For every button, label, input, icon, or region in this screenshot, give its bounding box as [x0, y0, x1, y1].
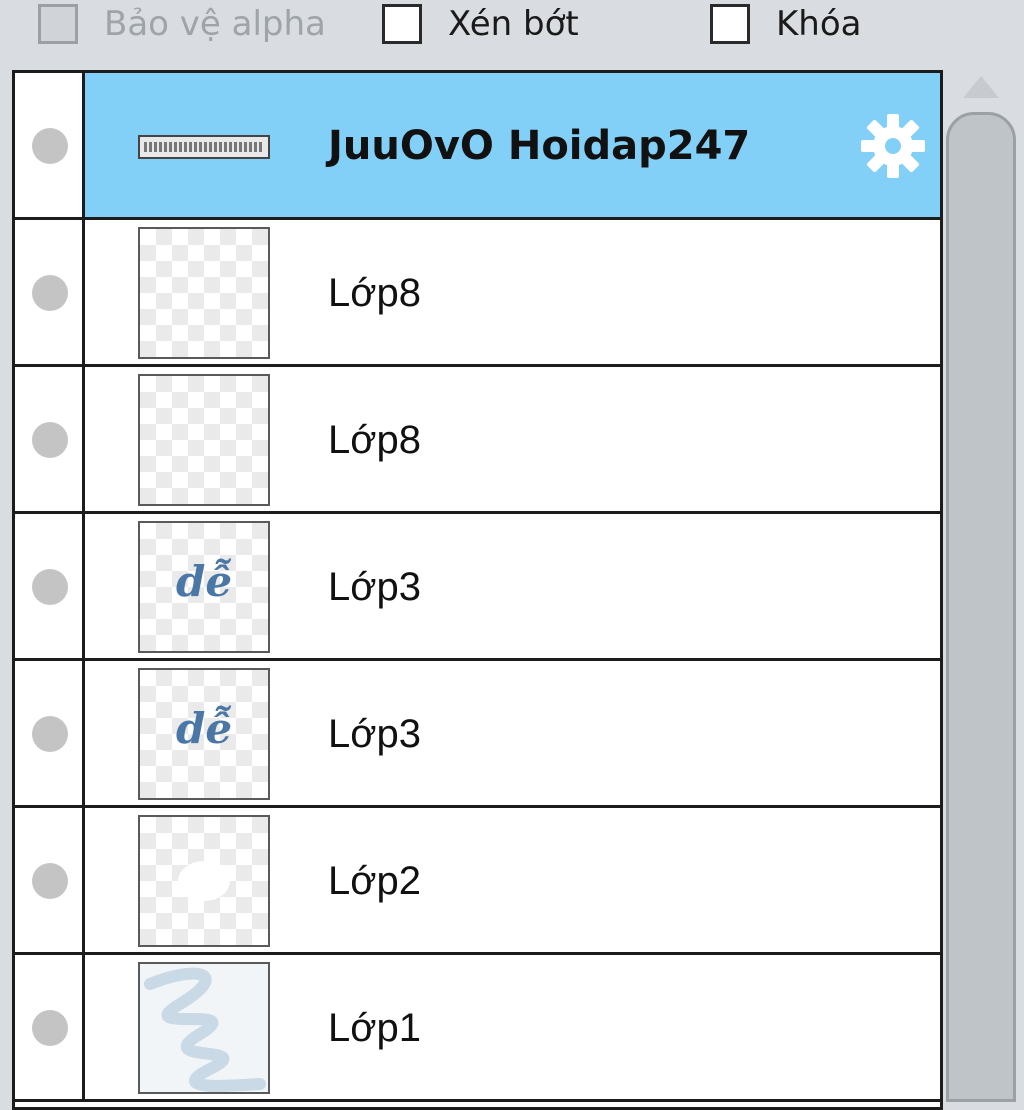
layer-name: Lớp3: [328, 712, 421, 756]
vertical-scrollbar[interactable]: [946, 112, 1016, 1102]
visibility-toggle-icon[interactable]: [32, 275, 68, 311]
layer-thumbnail: [138, 135, 270, 159]
layer-name: Lớp2: [328, 859, 421, 903]
layer-list: JuuOvO Hoidap247 Lớp8 Lớp8 dễ Lớp3 dễ Lớ…: [12, 70, 943, 1110]
alpha-protect-checkbox[interactable]: [38, 4, 78, 44]
lock-label: Khóa: [776, 4, 862, 44]
layer-row[interactable]: Lớp1: [15, 955, 940, 1102]
layer-options-bar: Bảo vệ alpha Xén bớt Khóa: [0, 0, 1024, 48]
visibility-toggle-icon[interactable]: [32, 863, 68, 899]
lock-option[interactable]: Khóa: [710, 0, 861, 48]
layer-thumbnail: dễ: [138, 521, 270, 653]
layer-row[interactable]: dễ Lớp3: [15, 514, 940, 661]
layer-row[interactable]: Lớp8: [15, 367, 940, 514]
layer-thumbnail: dễ: [138, 668, 270, 800]
layer-row[interactable]: Lớp8: [15, 220, 940, 367]
gear-icon[interactable]: [858, 111, 928, 181]
thumbnail-text: dễ: [175, 557, 233, 606]
thumbnail-text: dễ: [175, 704, 233, 753]
layer-row[interactable]: Lớp2: [15, 808, 940, 955]
visibility-column: [15, 514, 85, 658]
visibility-column: [15, 220, 85, 364]
visibility-toggle-icon[interactable]: [32, 128, 68, 164]
visibility-column: [15, 808, 85, 952]
visibility-toggle-icon[interactable]: [32, 716, 68, 752]
lock-checkbox[interactable]: [710, 4, 750, 44]
alpha-protect-option[interactable]: Bảo vệ alpha: [38, 0, 326, 48]
layer-thumbnail: [138, 374, 270, 506]
cloud-shape-icon: [178, 861, 230, 901]
layer-row[interactable]: dễ Lớp3: [15, 661, 940, 808]
scribble-stroke-icon: [144, 967, 266, 1092]
visibility-column: [15, 661, 85, 805]
layer-name: JuuOvO Hoidap247: [328, 123, 751, 169]
visibility-column: [15, 955, 85, 1099]
visibility-column: [15, 73, 85, 217]
layer-thumbnail: [138, 962, 270, 1094]
clipping-option[interactable]: Xén bớt: [382, 0, 579, 48]
visibility-toggle-icon[interactable]: [32, 422, 68, 458]
layer-name: Lớp8: [328, 271, 421, 315]
layer-thumbnail: [138, 815, 270, 947]
layer-name: Lớp1: [328, 1006, 421, 1050]
visibility-toggle-icon[interactable]: [32, 1010, 68, 1046]
layer-name: Lớp8: [328, 418, 421, 462]
layer-name: Lớp3: [328, 565, 421, 609]
visibility-column: [15, 367, 85, 511]
scroll-up-arrow-icon[interactable]: [963, 76, 999, 98]
visibility-toggle-icon[interactable]: [32, 569, 68, 605]
layer-thumbnail: [138, 227, 270, 359]
layer-row[interactable]: JuuOvO Hoidap247: [15, 73, 940, 220]
text-preview-icon: [144, 142, 264, 152]
alpha-protect-label: Bảo vệ alpha: [104, 4, 326, 44]
clipping-checkbox[interactable]: [382, 4, 422, 44]
clipping-label: Xén bớt: [448, 4, 579, 44]
